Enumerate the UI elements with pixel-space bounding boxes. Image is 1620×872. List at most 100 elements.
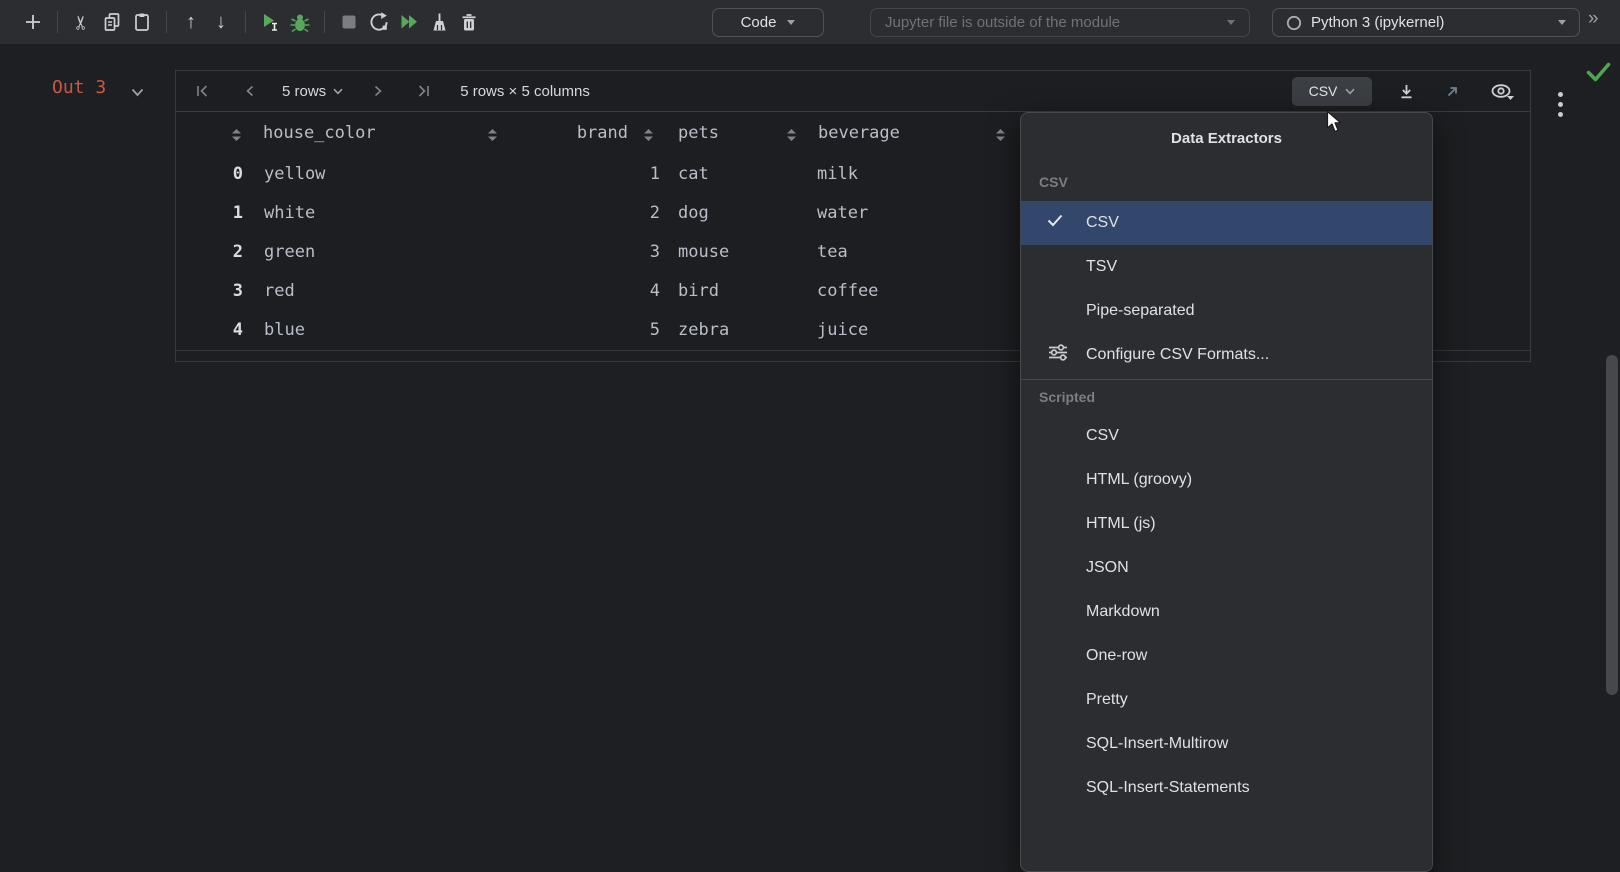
cell-pets[interactable]: bird	[678, 272, 719, 311]
cell-brand[interactable]: 5	[576, 311, 660, 350]
cell-house-color[interactable]: green	[264, 233, 315, 272]
next-page-button[interactable]	[370, 83, 386, 99]
menu-item-configure-csv-formats[interactable]: Configure CSV Formats...	[1021, 333, 1432, 377]
cell-brand[interactable]: 2	[576, 194, 660, 233]
external-arrow-icon	[1447, 86, 1457, 96]
vertical-scrollbar[interactable]	[1606, 355, 1618, 695]
menu-item-one-row[interactable]: One-row	[1021, 634, 1432, 678]
kernel-label: Python 3 (ipykernel)	[1311, 14, 1445, 31]
menu-item-csv[interactable]: CSV	[1021, 201, 1432, 245]
cell-pets[interactable]: mouse	[678, 233, 729, 272]
toolbar-overflow-button[interactable]: »	[1588, 8, 1598, 30]
kebab-dot	[1558, 112, 1563, 117]
clear-outputs-button[interactable]	[424, 7, 454, 37]
trash-icon	[462, 14, 476, 31]
first-page-button[interactable]	[194, 83, 210, 99]
copy-icon	[104, 13, 120, 31]
menu-item-label: Markdown	[1086, 603, 1160, 620]
row-index: 4	[232, 320, 243, 340]
collapse-output-button[interactable]	[131, 84, 144, 102]
chevron-right-icon	[375, 85, 382, 97]
page-size-select[interactable]: 5 rows	[282, 83, 326, 100]
output-options-button[interactable]	[1558, 92, 1563, 117]
module-warning-select[interactable]: Jupyter file is outside of the module	[870, 8, 1250, 37]
cell-pets[interactable]: zebra	[678, 311, 729, 350]
chevron-down-icon	[1227, 20, 1235, 25]
menu-item-sql-insert-statements[interactable]: SQL-Insert-Statements	[1021, 766, 1432, 810]
cell-brand[interactable]: 3	[576, 233, 660, 272]
menu-item-markdown[interactable]: Markdown	[1021, 590, 1432, 634]
debug-cell-button[interactable]	[285, 7, 315, 37]
sliders-icon	[1047, 343, 1069, 368]
data-extractors-menu: Data Extractors CSV CSV TSV Pipe-separat…	[1020, 112, 1433, 872]
move-cell-down-button[interactable]: ↓	[206, 7, 236, 37]
scissors-icon: ✂	[71, 14, 93, 30]
column-header-beverage[interactable]: beverage	[818, 112, 900, 155]
cell-brand[interactable]: 4	[576, 272, 660, 311]
toolbar-separator	[166, 11, 167, 33]
delete-cell-button[interactable]	[454, 7, 484, 37]
download-icon	[1401, 84, 1412, 98]
column-header-pets[interactable]: pets	[678, 112, 719, 155]
row-index: 3	[232, 281, 243, 301]
cell-beverage[interactable]: tea	[817, 233, 848, 272]
kebab-dot	[1558, 102, 1563, 107]
cell-brand[interactable]: 1	[576, 155, 660, 194]
eye-icon	[1491, 83, 1514, 100]
menu-item-json[interactable]: JSON	[1021, 546, 1432, 590]
cell-house-color[interactable]: white	[264, 194, 315, 233]
arrow-down-icon: ↓	[216, 11, 226, 33]
menu-item-label: Pretty	[1086, 691, 1128, 708]
menu-item-label: Configure CSV Formats...	[1086, 346, 1270, 363]
sort-icon[interactable]	[488, 128, 497, 146]
sort-icon[interactable]	[787, 128, 796, 146]
table-toolbar: 5 rows 5 rows × 5 columns CSV	[176, 71, 1530, 112]
menu-item-pretty[interactable]: Pretty	[1021, 678, 1432, 722]
run-cell-button[interactable]	[255, 7, 285, 37]
cell-type-select[interactable]: Code	[712, 8, 824, 37]
menu-item-html-groovy[interactable]: HTML (groovy)	[1021, 458, 1432, 502]
menu-item-html-js[interactable]: HTML (js)	[1021, 502, 1432, 546]
move-cell-up-button[interactable]: ↑	[176, 7, 206, 37]
checkmark-icon	[1047, 214, 1063, 232]
clipboard-icon	[135, 13, 149, 31]
run-all-button[interactable]	[394, 7, 424, 37]
cell-pets[interactable]: dog	[678, 194, 709, 233]
sort-icon[interactable]	[232, 128, 241, 146]
menu-item-tsv[interactable]: TSV	[1021, 245, 1432, 289]
page-size-chevron[interactable]	[333, 88, 343, 95]
menu-item-scripted-csv[interactable]: CSV	[1021, 414, 1432, 458]
cut-button[interactable]: ✂	[67, 7, 97, 37]
cell-beverage[interactable]: coffee	[817, 272, 878, 311]
previous-page-button[interactable]	[242, 83, 258, 99]
column-header-brand[interactable]: brand	[552, 112, 628, 155]
open-in-editor-button[interactable]	[1445, 84, 1460, 99]
menu-item-sql-insert-multirow[interactable]: SQL-Insert-Multirow	[1021, 722, 1432, 766]
cell-beverage[interactable]: juice	[817, 311, 868, 350]
menu-item-pipe-separated[interactable]: Pipe-separated	[1021, 289, 1432, 333]
menu-item-label: HTML (js)	[1086, 515, 1156, 532]
last-page-button[interactable]	[416, 83, 432, 99]
cell-success-icon	[1586, 62, 1611, 88]
export-format-button[interactable]: CSV	[1292, 76, 1372, 106]
menu-title: Data Extractors	[1171, 129, 1282, 147]
view-options-button[interactable]	[1490, 83, 1514, 100]
paste-button[interactable]	[127, 7, 157, 37]
sort-icon[interactable]	[996, 128, 1005, 146]
cell-house-color[interactable]: blue	[264, 311, 305, 350]
module-warning-label: Jupyter file is outside of the module	[885, 14, 1121, 31]
cell-beverage[interactable]: milk	[817, 155, 858, 194]
sort-icon[interactable]	[644, 128, 653, 146]
cell-beverage[interactable]: water	[817, 194, 868, 233]
run-icon	[264, 14, 277, 31]
copy-button[interactable]	[97, 7, 127, 37]
restart-kernel-button[interactable]	[364, 7, 394, 37]
download-button[interactable]	[1398, 83, 1415, 100]
cell-pets[interactable]: cat	[678, 155, 709, 194]
add-cell-button[interactable]	[18, 7, 48, 37]
cell-house-color[interactable]: yellow	[264, 155, 325, 194]
cell-house-color[interactable]: red	[264, 272, 295, 311]
stop-kernel-button[interactable]	[334, 7, 364, 37]
kernel-select[interactable]: Python 3 (ipykernel)	[1272, 8, 1580, 37]
column-header-house-color[interactable]: house_color	[263, 112, 376, 155]
